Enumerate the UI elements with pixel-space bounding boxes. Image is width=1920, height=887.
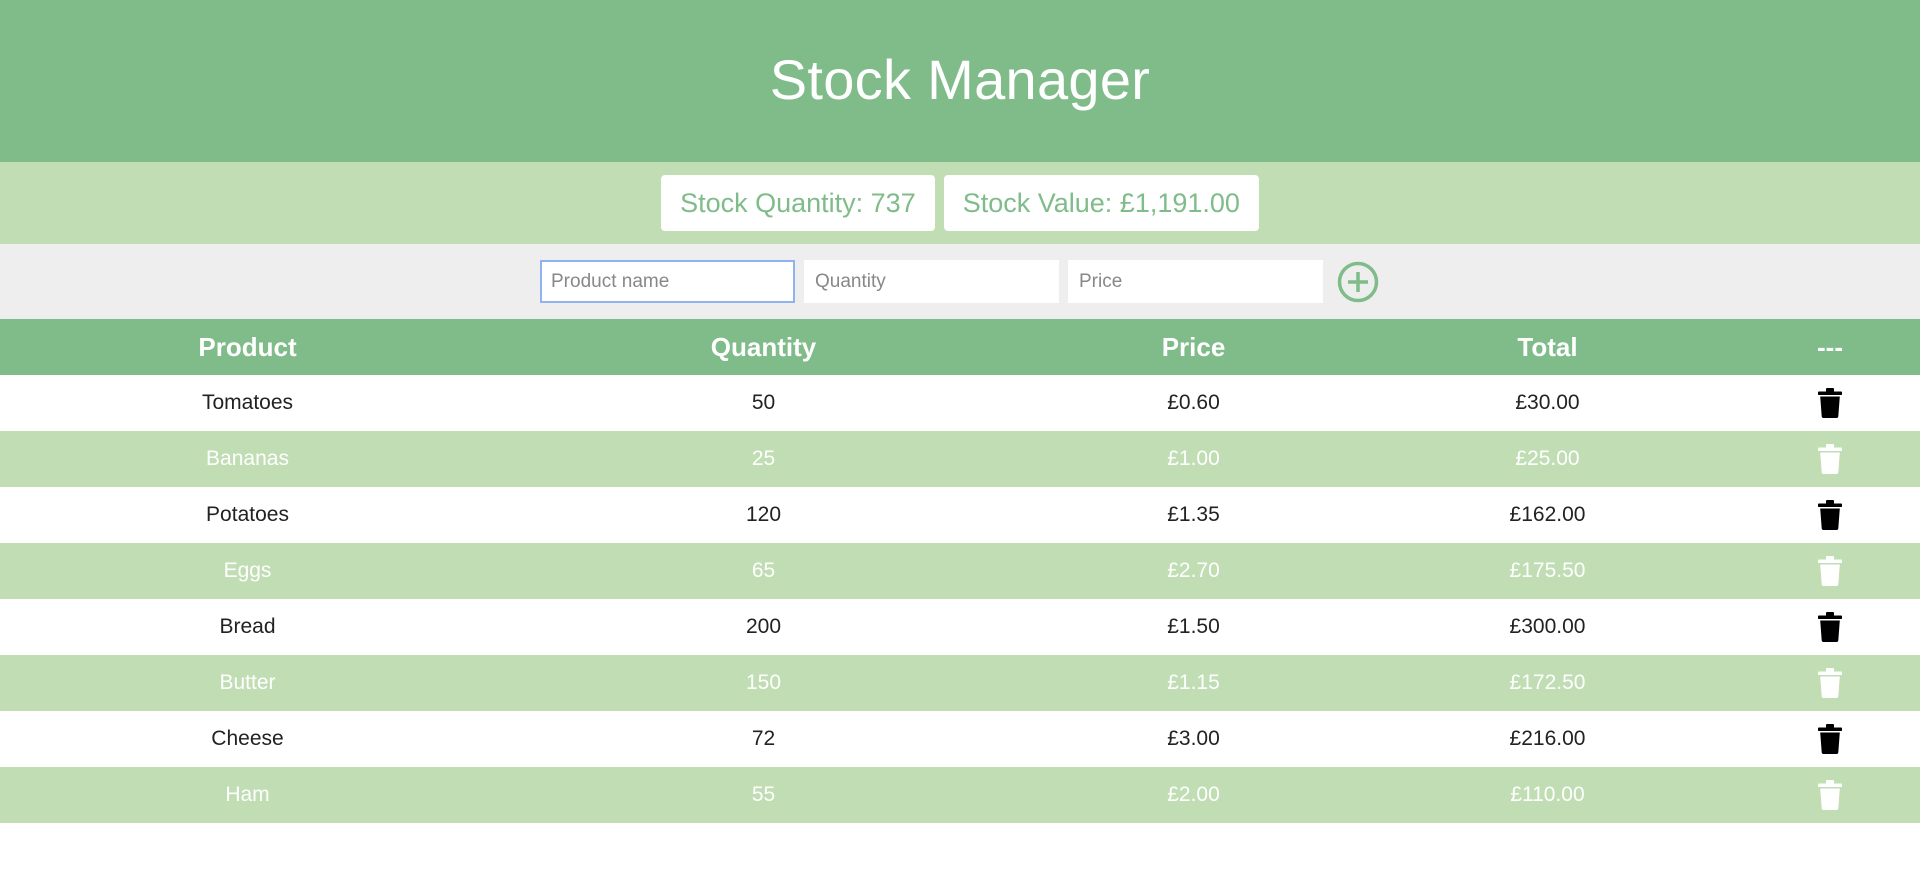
- cell-quantity: 72: [751, 727, 776, 750]
- table-row: Tomatoes 50 £0.60 £30.00: [0, 375, 1920, 431]
- cell-product: Eggs: [0, 543, 495, 599]
- trash-icon: [1818, 444, 1842, 474]
- header-actions: ---: [1740, 319, 1920, 375]
- cell-actions: [1740, 711, 1920, 767]
- cell-price: £1.15: [1032, 655, 1355, 711]
- cell-actions: [1740, 655, 1920, 711]
- cell-price: £1.00: [1032, 431, 1355, 487]
- cell-quantity: 55: [495, 767, 1032, 823]
- cell-price: £1.35: [1167, 503, 1220, 526]
- cell-actions: [1740, 487, 1920, 543]
- cell-product: Butter: [0, 655, 495, 711]
- cell-actions: [1740, 431, 1920, 487]
- cell-quantity: 200: [745, 615, 782, 638]
- cell-price: £3.00: [1167, 727, 1220, 750]
- table-row: Cheese 72 £3.00 £216.00: [0, 711, 1920, 767]
- delete-row-button[interactable]: [1818, 668, 1842, 698]
- header-price: Price: [1032, 319, 1355, 375]
- stock-table-body: Tomatoes 50 £0.60 £30.00 Bananas 25 £1.00 £25.0…: [0, 375, 1920, 823]
- plus-circle-icon: [1337, 261, 1379, 302]
- cell-price: £0.60: [1167, 391, 1220, 414]
- header-total: Total: [1355, 319, 1740, 375]
- cell-total: £30.00: [1515, 391, 1580, 414]
- table-row: Eggs 65 £2.70 £175.50: [0, 543, 1920, 599]
- cell-total: £172.50: [1355, 655, 1740, 711]
- table-row: Potatoes 120 £1.35 £162.00: [0, 487, 1920, 543]
- cell-price: £1.50: [1167, 615, 1220, 638]
- cell-actions: [1740, 767, 1920, 823]
- cell-price: £2.70: [1032, 543, 1355, 599]
- price-input[interactable]: [1068, 260, 1323, 303]
- delete-row-button[interactable]: [1818, 780, 1842, 810]
- cell-product: Cheese: [211, 727, 284, 750]
- trash-icon: [1818, 668, 1842, 698]
- trash-icon: [1818, 724, 1842, 754]
- delete-row-button[interactable]: [1818, 444, 1842, 474]
- cell-total: £162.00: [1509, 503, 1586, 526]
- table-header-row: Product Quantity Price Total ---: [0, 319, 1920, 375]
- cell-product: Bananas: [0, 431, 495, 487]
- stock-value-badge: Stock Value: £1,191.00: [943, 175, 1259, 231]
- add-product-button[interactable]: [1336, 260, 1380, 304]
- trash-icon: [1818, 612, 1842, 642]
- cell-product: Tomatoes: [201, 391, 294, 414]
- app-header: Stock Manager: [0, 0, 1920, 162]
- trash-icon: [1818, 388, 1842, 418]
- trash-icon: [1818, 500, 1842, 530]
- delete-row-button[interactable]: [1818, 500, 1842, 530]
- cell-quantity: 120: [745, 503, 782, 526]
- cell-product: Ham: [0, 767, 495, 823]
- page-title: Stock Manager: [769, 47, 1151, 111]
- cell-product: Potatoes: [206, 503, 289, 526]
- cell-total: £300.00: [1509, 615, 1586, 638]
- trash-icon: [1818, 556, 1842, 586]
- cell-quantity: 25: [495, 431, 1032, 487]
- delete-row-button[interactable]: [1818, 612, 1842, 642]
- cell-total: £25.00: [1355, 431, 1740, 487]
- cell-quantity: 65: [495, 543, 1032, 599]
- cell-product: Bread: [219, 615, 276, 638]
- header-product: Product: [0, 319, 495, 375]
- stock-quantity-badge: Stock Quantity: 737: [661, 175, 935, 231]
- quantity-input[interactable]: [804, 260, 1059, 303]
- product-name-input[interactable]: [540, 260, 795, 303]
- table-row: Bananas 25 £1.00 £25.00: [0, 431, 1920, 487]
- delete-row-button[interactable]: [1818, 724, 1842, 754]
- cell-quantity: 150: [495, 655, 1032, 711]
- cell-total: £110.00: [1355, 767, 1740, 823]
- table-row: Butter 150 £1.15 £172.50: [0, 655, 1920, 711]
- stock-table: Product Quantity Price Total --- Tomatoe…: [0, 319, 1920, 823]
- stock-summary-bar: Stock Quantity: 737 Stock Value: £1,191.…: [0, 162, 1920, 244]
- trash-icon: [1818, 780, 1842, 810]
- cell-actions: [1740, 375, 1920, 431]
- header-quantity: Quantity: [495, 319, 1032, 375]
- delete-row-button[interactable]: [1818, 388, 1842, 418]
- cell-price: £2.00: [1032, 767, 1355, 823]
- cell-actions: [1740, 543, 1920, 599]
- delete-row-button[interactable]: [1818, 556, 1842, 586]
- add-product-form: [0, 244, 1920, 319]
- table-row: Bread 200 £1.50 £300.00: [0, 599, 1920, 655]
- table-row: Ham 55 £2.00 £110.00: [0, 767, 1920, 823]
- cell-total: £175.50: [1355, 543, 1740, 599]
- cell-quantity: 50: [751, 391, 776, 414]
- cell-actions: [1740, 599, 1920, 655]
- cell-total: £216.00: [1509, 727, 1586, 750]
